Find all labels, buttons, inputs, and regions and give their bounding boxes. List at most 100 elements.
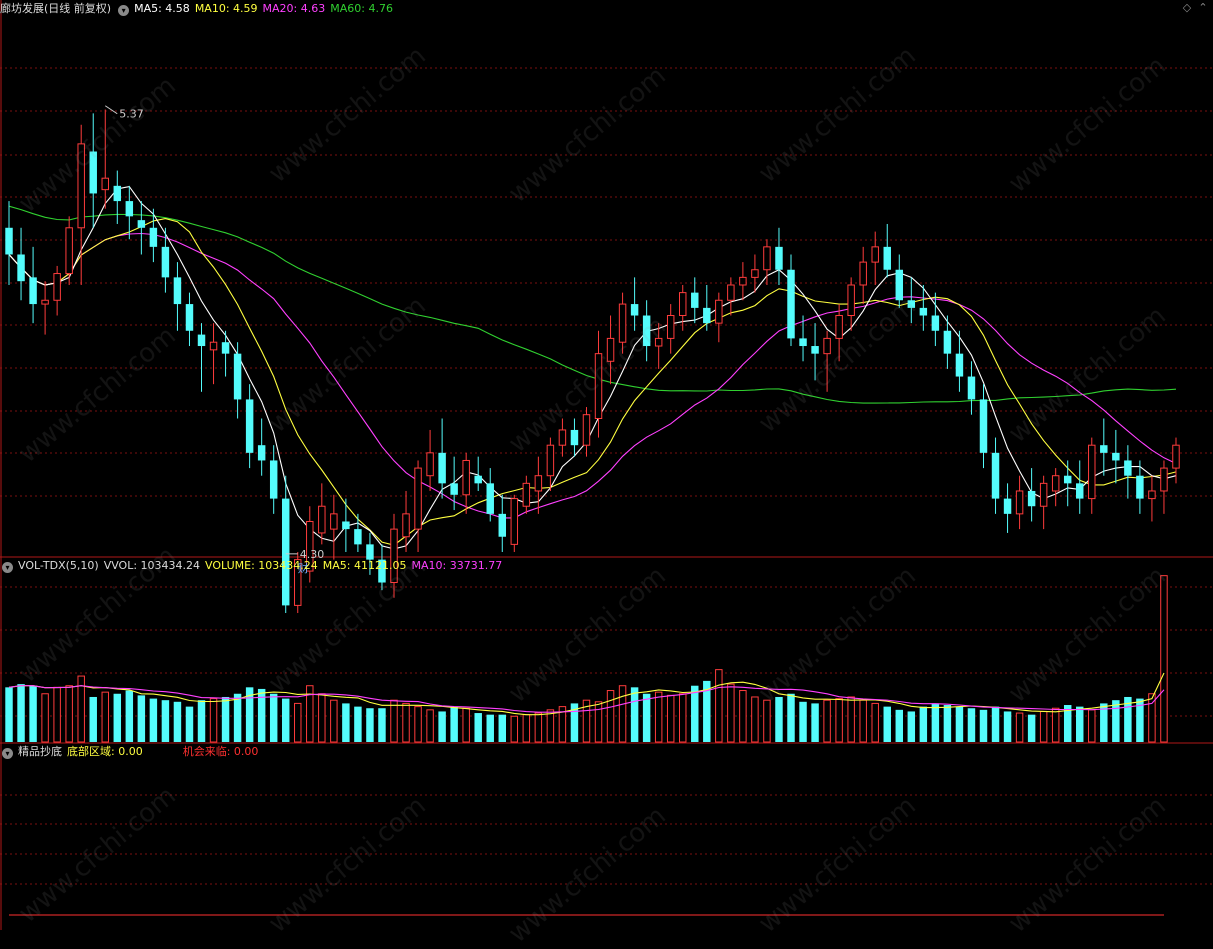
candle xyxy=(715,292,723,343)
candle-body xyxy=(943,330,952,354)
candle xyxy=(835,304,843,362)
candle xyxy=(89,113,97,228)
indicator-name: 精品抄底 xyxy=(18,745,62,758)
stock-chart-canvas[interactable]: 5.374.30财 xyxy=(0,0,1213,930)
volume-bar xyxy=(318,693,326,743)
candle xyxy=(570,418,579,457)
candle xyxy=(450,456,458,511)
volume-bar xyxy=(1051,707,1060,743)
candle-body xyxy=(1100,445,1108,453)
candle-body xyxy=(1160,467,1168,492)
candle-body xyxy=(823,337,831,355)
volume-bar xyxy=(823,699,831,743)
candle-body xyxy=(245,399,254,453)
chevron-down-icon[interactable]: ▾ xyxy=(118,5,130,16)
volume-bar xyxy=(462,707,470,743)
candle-body xyxy=(835,315,843,339)
volume-bar xyxy=(679,693,687,743)
candle-body xyxy=(414,467,422,530)
candle xyxy=(703,285,711,331)
candle xyxy=(245,384,254,469)
candle-body xyxy=(931,315,940,331)
volume-bar xyxy=(775,696,783,742)
volume-bar xyxy=(1039,710,1048,743)
candle xyxy=(137,201,146,255)
candle xyxy=(1039,475,1048,530)
candle-body xyxy=(679,292,687,317)
candle-body xyxy=(546,444,555,477)
volume-bar xyxy=(727,683,735,743)
candle xyxy=(197,323,206,392)
candle xyxy=(17,227,25,301)
volume-bar xyxy=(1112,700,1120,742)
chance-readout: 机会来临: 0.00 xyxy=(182,745,259,758)
candle xyxy=(1027,468,1036,522)
candle-body xyxy=(426,452,434,477)
volume-bar xyxy=(89,696,97,742)
volume-bar xyxy=(1003,711,1012,742)
volume-bar xyxy=(402,702,410,743)
volume-bar xyxy=(1160,575,1168,743)
volume-bar xyxy=(269,693,278,742)
candle-body xyxy=(787,269,795,339)
volume-bar xyxy=(991,706,1000,742)
volume-bar xyxy=(390,699,398,743)
candle xyxy=(991,437,1000,514)
candle xyxy=(642,300,651,362)
volume-bar xyxy=(1076,706,1084,742)
volume-bar xyxy=(1015,712,1024,743)
volume-bar xyxy=(618,685,627,743)
candle xyxy=(101,109,109,209)
candle-body xyxy=(1063,475,1072,484)
volume-bar xyxy=(209,698,218,743)
candle-body xyxy=(402,513,410,538)
candle-body xyxy=(486,483,494,514)
volume-bar xyxy=(751,696,759,743)
candle xyxy=(173,262,182,331)
candle-body xyxy=(1136,475,1144,499)
candle-body xyxy=(642,315,651,347)
candle xyxy=(414,460,422,552)
candle xyxy=(967,361,976,415)
volume-bar xyxy=(101,691,109,743)
candle xyxy=(883,223,891,278)
vol-indicator-name: VOL-TDX(5,10) xyxy=(18,559,99,572)
chevron-down-icon[interactable]: ▾ xyxy=(2,562,13,573)
volume-bar xyxy=(113,693,122,742)
volume-bar xyxy=(17,684,25,742)
candle-body xyxy=(727,284,735,301)
chevron-up-icon[interactable]: ⌃ xyxy=(1197,2,1209,14)
diamond-icon[interactable]: ◇ xyxy=(1181,2,1193,14)
candle-body xyxy=(799,338,807,347)
candle xyxy=(534,456,543,514)
candle xyxy=(1063,460,1072,507)
volume-bar xyxy=(185,706,194,742)
candle-body xyxy=(582,414,591,446)
candle xyxy=(486,468,494,522)
candle-body xyxy=(630,304,639,316)
candle xyxy=(426,429,434,491)
candle-body xyxy=(570,429,579,446)
volume-bar xyxy=(438,711,446,742)
chevron-down-icon[interactable]: ▾ xyxy=(2,748,13,759)
volume-bar xyxy=(498,714,506,742)
candle xyxy=(943,315,952,369)
volume-bar xyxy=(546,709,555,743)
volume-bar xyxy=(630,687,639,742)
candle xyxy=(751,254,759,293)
candle-body xyxy=(534,475,543,492)
volume-bar xyxy=(654,691,663,743)
candle-body xyxy=(209,341,218,351)
candle-body xyxy=(89,151,97,194)
candle xyxy=(318,483,326,545)
candle xyxy=(606,315,615,385)
candle-body xyxy=(967,376,976,400)
volume-bar xyxy=(414,706,422,743)
candle-body xyxy=(883,246,891,270)
volume-bar xyxy=(691,685,699,742)
volume-bar xyxy=(534,712,543,743)
candle-body xyxy=(5,227,13,255)
volume-bar xyxy=(41,693,49,743)
candle-body xyxy=(342,521,350,530)
volume-bar xyxy=(859,699,867,743)
